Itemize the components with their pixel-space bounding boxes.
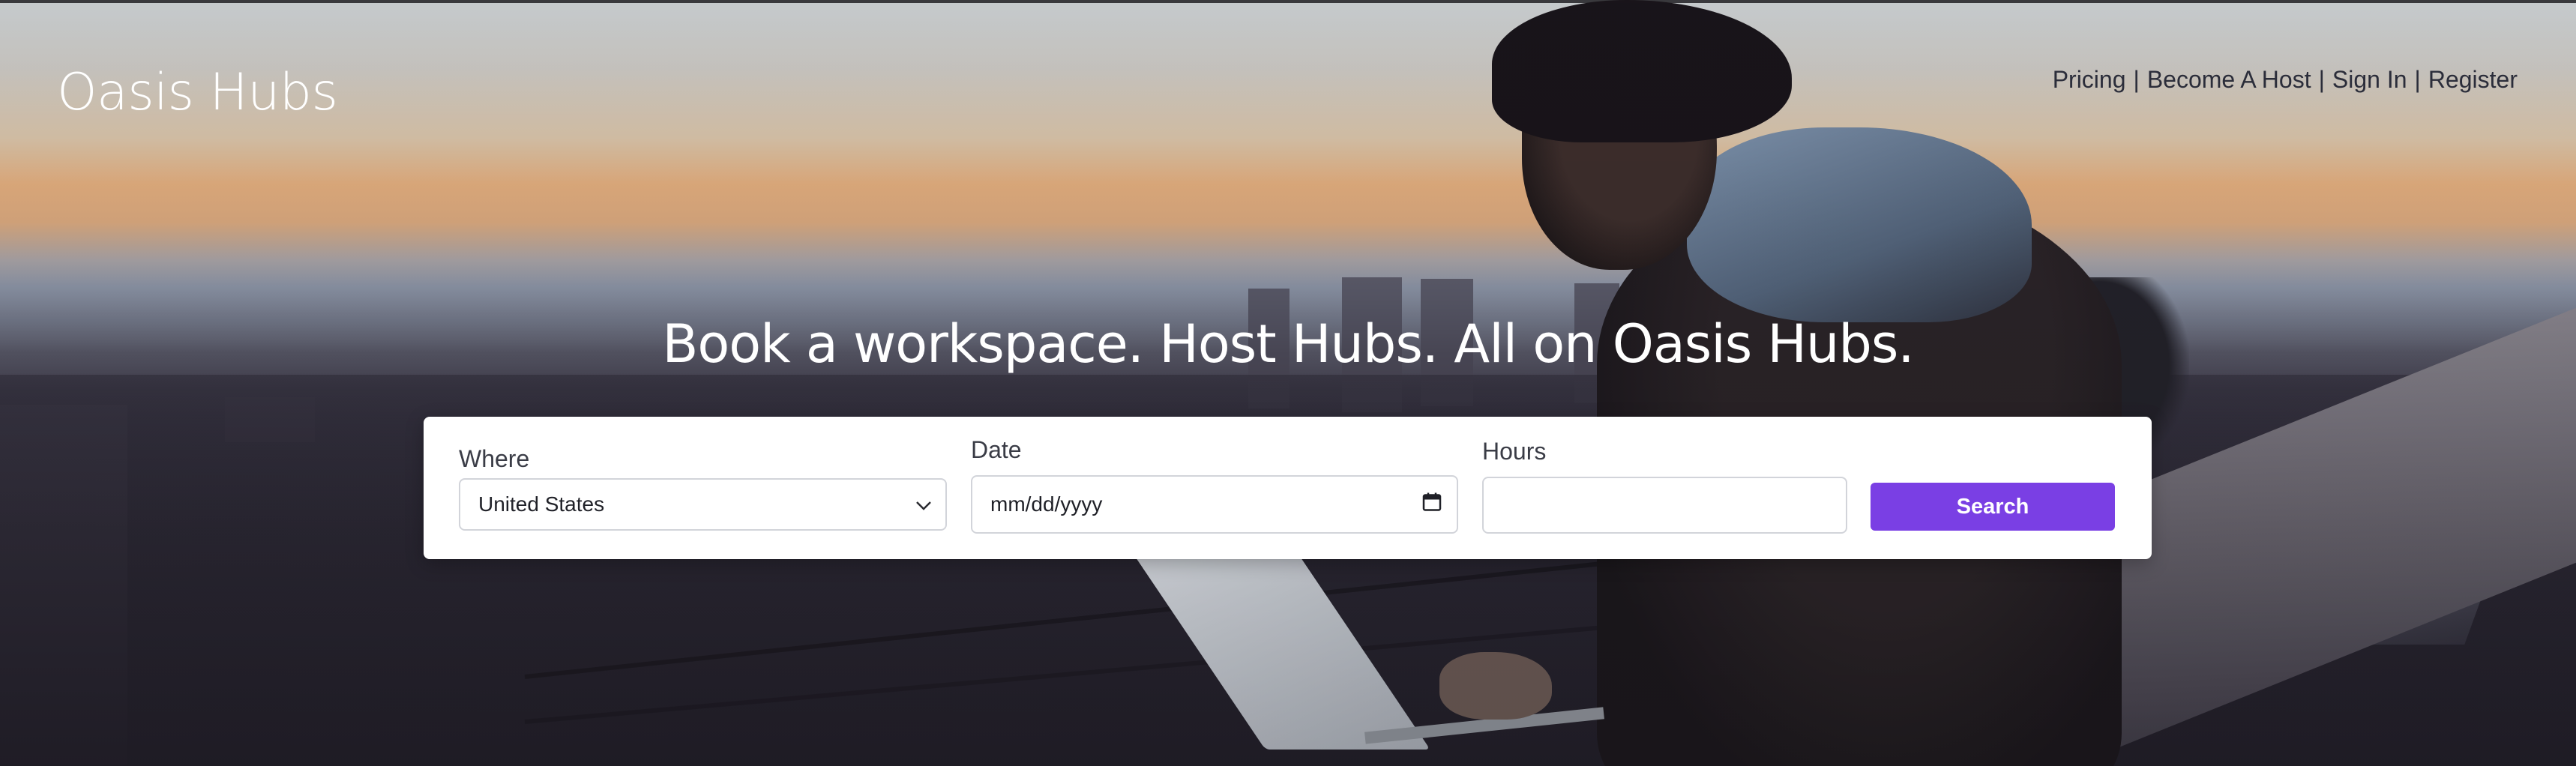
calendar-icon[interactable] — [1422, 492, 1442, 517]
hours-input[interactable] — [1482, 477, 1847, 534]
nav-become-a-host[interactable]: Become A Host — [2147, 66, 2311, 94]
search-card: Where United States Date mm/dd/yyyy Hour… — [424, 417, 2152, 559]
chevron-down-icon — [915, 492, 932, 516]
nav-separator: | — [2318, 66, 2325, 93]
nav-separator: | — [2133, 66, 2140, 93]
date-input[interactable]: mm/dd/yyyy — [971, 475, 1458, 534]
where-label: Where — [459, 445, 530, 472]
overlay-dim — [0, 0, 2576, 766]
nav-separator: | — [2414, 66, 2421, 93]
hero-headline: Book a workspace. Host Hubs. All on Oasi… — [662, 313, 1914, 375]
search-button[interactable]: Search — [1871, 483, 2115, 531]
top-nav: Pricing | Become A Host | Sign In | Regi… — [2053, 66, 2518, 94]
hero-background: Oasis Hubs Pricing | Become A Host | Sig… — [0, 0, 2576, 766]
date-label: Date — [971, 436, 1022, 463]
where-select[interactable]: United States — [459, 478, 947, 531]
hours-label: Hours — [1482, 438, 1547, 465]
nav-sign-in[interactable]: Sign In — [2332, 66, 2407, 94]
brand-logo[interactable]: Oasis Hubs — [57, 63, 338, 122]
where-select-value: United States — [478, 492, 605, 516]
nav-pricing[interactable]: Pricing — [2053, 66, 2126, 94]
date-placeholder: mm/dd/yyyy — [990, 492, 1103, 516]
nav-register[interactable]: Register — [2428, 66, 2518, 94]
